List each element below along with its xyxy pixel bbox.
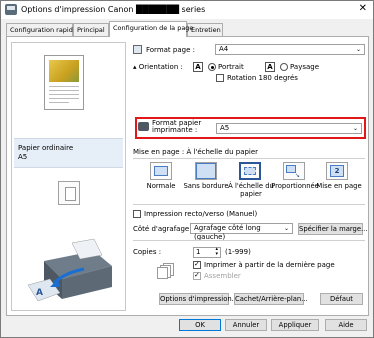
layout-fit-to-page-button[interactable] bbox=[239, 162, 261, 180]
layout-fit-line1: À l'échelle du bbox=[228, 182, 274, 190]
paper-sheet-button[interactable] bbox=[58, 181, 80, 205]
arrow-icon: ↘ bbox=[295, 172, 301, 179]
close-icon[interactable]: ✕ bbox=[359, 3, 367, 14]
printer-paper-size-label: Format papier imprimante : bbox=[152, 120, 201, 134]
portrait-label: Portrait bbox=[218, 63, 244, 71]
last-page-first-label: Imprimer à partir de la dernière page bbox=[204, 261, 335, 269]
layout-borderless-button[interactable] bbox=[195, 162, 217, 180]
cancel-button[interactable]: Annuler bbox=[225, 319, 267, 331]
last-page-first-checkbox[interactable] bbox=[193, 260, 201, 269]
page-size-value: A4 bbox=[219, 45, 229, 53]
tab-page-setup[interactable]: Configuration de la page bbox=[109, 21, 193, 37]
rotate-180-checkbox[interactable] bbox=[216, 74, 224, 82]
printer-paper-size-label-line2: imprimante : bbox=[152, 126, 198, 134]
media-size: A5 bbox=[18, 153, 28, 161]
paper-preview bbox=[44, 55, 84, 110]
copies-stack-icon bbox=[157, 263, 175, 279]
collate-label: Assembler bbox=[204, 272, 241, 280]
page-setup-panel: Papier ordinaire A5 A Format page : A4 ⌄ bbox=[6, 36, 369, 316]
duplex-label: Impression recto/verso (Manuel) bbox=[144, 210, 258, 218]
help-button[interactable]: Aide bbox=[325, 319, 367, 331]
printer-paper-size-select[interactable]: A5 ⌄ bbox=[216, 123, 362, 134]
defaults-button[interactable]: Défaut bbox=[320, 293, 363, 305]
printer-paper-icon bbox=[138, 122, 149, 131]
orientation-label: ▴ Orientation : bbox=[133, 63, 183, 71]
copies-label: Copies : bbox=[133, 248, 162, 256]
apply-button[interactable]: Appliquer bbox=[271, 319, 319, 331]
page-layout-label-text: Mise en page : bbox=[133, 148, 185, 156]
chevron-down-icon: ⌄ bbox=[355, 46, 361, 53]
tab-quick-setup[interactable]: Configuration rapide bbox=[6, 23, 77, 36]
title-bar: Options d'impression Canon ███████ serie… bbox=[1, 1, 373, 19]
page-size-label: Format page : bbox=[146, 46, 195, 54]
orientation-label-text: Orientation : bbox=[138, 63, 183, 71]
page-layout-label: Mise en page : À l'échelle du papier bbox=[133, 148, 258, 156]
specify-margin-button[interactable]: Spécifier la marge... bbox=[298, 223, 368, 235]
copies-range: (1-999) bbox=[225, 248, 251, 256]
media-type: Papier ordinaire bbox=[18, 144, 74, 152]
page-layout-number: 2 bbox=[330, 165, 344, 177]
page-size-icon bbox=[133, 45, 142, 54]
ok-button[interactable]: OK bbox=[179, 319, 221, 331]
landscape-icon: A bbox=[265, 62, 275, 72]
stapling-value: Agrafage côté long (gauche) bbox=[194, 224, 261, 241]
layout-fit-line2: papier bbox=[240, 190, 262, 198]
stamp-background-button[interactable]: Cachet/Arrière-plan... bbox=[234, 293, 308, 305]
media-info: Papier ordinaire A5 bbox=[14, 138, 123, 168]
page-layout-current: À l'échelle du papier bbox=[186, 148, 259, 156]
printer-paper-size-value: A5 bbox=[220, 124, 230, 132]
stapling-label: Côté d'agrafage : bbox=[133, 225, 194, 233]
collate-checkbox[interactable] bbox=[193, 271, 201, 280]
print-options-button[interactable]: Options d'impression... bbox=[159, 293, 238, 305]
layout-scaled-button[interactable]: ↘ bbox=[283, 162, 305, 180]
portrait-radio[interactable] bbox=[208, 63, 216, 71]
copies-input[interactable]: 1 ▴ ▾ bbox=[193, 247, 221, 258]
print-options-window: Options d'impression Canon ███████ serie… bbox=[0, 0, 374, 338]
layout-page-layout-button[interactable]: 2 bbox=[326, 162, 348, 180]
svg-text:A: A bbox=[36, 288, 43, 298]
chevron-down-icon: ⌄ bbox=[283, 225, 289, 232]
preview-image bbox=[49, 60, 79, 82]
copies-value: 1 bbox=[196, 248, 201, 256]
chevron-down-icon: ⌄ bbox=[352, 125, 358, 132]
layout-page-layout-label: Mise en page bbox=[316, 182, 362, 190]
page-size-select[interactable]: A4 ⌄ bbox=[215, 44, 365, 55]
portrait-icon: A bbox=[193, 62, 203, 72]
landscape-radio[interactable] bbox=[280, 63, 288, 71]
layout-normal-label: Normale bbox=[146, 182, 176, 190]
preview-pane: Papier ordinaire A5 A bbox=[11, 42, 126, 311]
duplex-checkbox[interactable] bbox=[133, 210, 141, 218]
printer-app-icon bbox=[5, 4, 17, 15]
spinner-icon[interactable]: ▴ ▾ bbox=[215, 247, 218, 257]
rotate-180-label: Rotation 180 degrés bbox=[227, 74, 298, 82]
printer-illustration: A bbox=[27, 238, 112, 302]
window-title: Options d'impression Canon ███████ serie… bbox=[21, 5, 206, 14]
layout-normal-button[interactable] bbox=[150, 162, 172, 180]
stapling-select[interactable]: Agrafage côté long (gauche) ⌄ bbox=[190, 223, 293, 241]
landscape-label: Paysage bbox=[290, 63, 320, 71]
layout-scaled-label: Proportionnée bbox=[271, 182, 319, 190]
tab-main[interactable]: Principal bbox=[73, 23, 109, 36]
